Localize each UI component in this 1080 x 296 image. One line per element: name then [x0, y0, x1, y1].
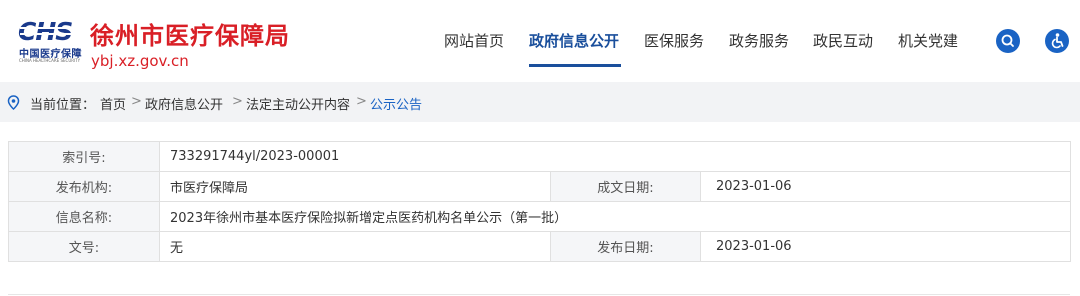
table-row: 索引号: 733291744yl/2023-00001 — [8, 141, 1072, 172]
nav-item-gov-info[interactable]: 政府信息公开 — [529, 30, 619, 51]
breadcrumb-separator: > — [131, 94, 142, 109]
location-pin-icon — [7, 95, 20, 110]
content-divider — [8, 294, 1070, 295]
site-header: CHS 中国医疗保障 CHINA HEALTHCARE SECURITY 徐州市… — [0, 0, 1080, 82]
nav-item-medical-service[interactable]: 医保服务 — [644, 30, 704, 51]
info-name-value: 2023年徐州市基本医疗保险拟新增定点医药机构名单公示（第一批） — [158, 201, 1072, 232]
logo-en-text: CHINA HEALTHCARE SECURITY — [19, 58, 81, 63]
info-name-label: 信息名称: — [8, 201, 160, 232]
nav-item-party[interactable]: 机关党建 — [898, 30, 958, 51]
nav-item-home[interactable]: 网站首页 — [444, 30, 504, 51]
site-domain: ybj.xz.gov.cn — [91, 52, 189, 70]
table-row: 文号: 无 发布日期: 2023-01-06 — [8, 231, 1072, 262]
doc-number-value: 无 — [159, 231, 551, 262]
published-date-label: 发布日期: — [550, 231, 701, 262]
published-date-value: 2023-01-06 — [699, 231, 1072, 262]
search-icon — [1001, 34, 1014, 47]
breadcrumb-separator: > — [232, 94, 243, 109]
accessibility-button[interactable] — [1045, 29, 1069, 53]
doc-number-label: 文号: — [8, 231, 160, 262]
breadcrumb-label: 当前位置： — [30, 98, 96, 113]
index-number-label: 索引号: — [8, 141, 160, 172]
search-button[interactable] — [996, 29, 1020, 53]
table-row: 信息名称: 2023年徐州市基本医疗保险拟新增定点医药机构名单公示（第一批） — [8, 201, 1072, 232]
nav-item-interaction[interactable]: 政民互动 — [813, 30, 873, 51]
table-row: 发布机构: 市医疗保障局 成文日期: 2023-01-06 — [8, 171, 1072, 202]
breadcrumb-item-gov-info[interactable]: 政府信息公开 — [145, 94, 223, 113]
logo-mark-text: CHS — [18, 18, 72, 44]
nav-active-underline — [529, 64, 621, 67]
publisher-label: 发布机构: — [8, 171, 160, 202]
chs-logo[interactable]: CHS 中国医疗保障 CHINA HEALTHCARE SECURITY — [18, 18, 88, 63]
created-date-label: 成文日期: — [550, 171, 701, 202]
publisher-value: 市医疗保障局 — [159, 171, 551, 202]
accessibility-icon — [1051, 33, 1064, 49]
created-date-value: 2023-01-06 — [699, 171, 1072, 202]
breadcrumb: 当前位置： 首页 > 政府信息公开 > 法定主动公开内容 > 公示公告 — [0, 82, 1080, 122]
nav-item-gov-service[interactable]: 政务服务 — [729, 30, 789, 51]
index-number-value: 733291744yl/2023-00001 — [158, 141, 1072, 172]
site-title[interactable]: 徐州市医疗保障局 — [90, 16, 290, 51]
breadcrumb-item-current[interactable]: 公示公告 — [370, 94, 422, 113]
breadcrumb-separator: > — [356, 94, 367, 109]
info-metadata-table: 索引号: 733291744yl/2023-00001 发布机构: 市医疗保障局… — [8, 141, 1072, 262]
breadcrumb-item-statutory[interactable]: 法定主动公开内容 — [246, 94, 350, 113]
breadcrumb-item-home[interactable]: 首页 — [100, 94, 126, 113]
chs-logo-mark-icon: CHS — [18, 18, 78, 44]
